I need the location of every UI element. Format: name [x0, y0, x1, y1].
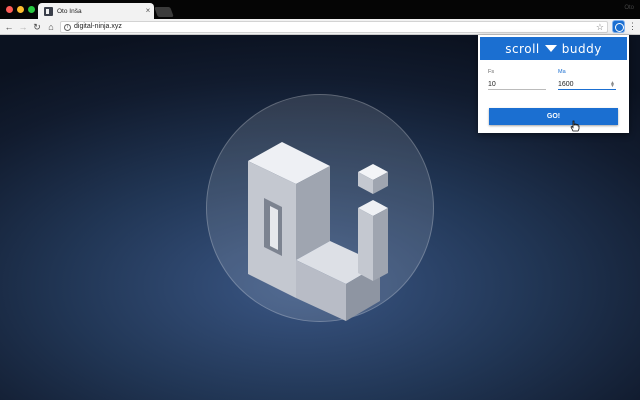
browser-tab[interactable]: Oto Inša ×	[38, 3, 154, 19]
url-text[interactable]: digital-ninja.xyz	[74, 23, 122, 30]
max-field: Ma ▲▼	[558, 69, 616, 90]
forward-icon[interactable]: →	[17, 21, 29, 33]
info-icon[interactable]: i	[64, 24, 71, 31]
fps-input[interactable]	[488, 77, 546, 90]
toolbar: ← → ↻ ⌂ i digital-ninja.xyz ☆ ⋮	[0, 19, 640, 35]
title-bar: Oto Inša × Oto	[0, 0, 640, 19]
fps-field: Fs	[488, 69, 546, 90]
hand-cursor-icon	[570, 120, 580, 132]
brand-left: scroll	[505, 41, 540, 56]
back-icon[interactable]: ←	[3, 21, 15, 33]
go-button[interactable]: GO!	[489, 108, 618, 125]
menu-icon[interactable]: ⋮	[628, 21, 637, 33]
extension-popup: scroll buddy Fs Ma ▲▼ GO!	[478, 35, 629, 133]
maximize-window-button[interactable]	[28, 6, 35, 13]
arrow-down-icon	[544, 45, 557, 52]
popup-header: scroll buddy	[480, 37, 627, 60]
new-tab-button[interactable]	[154, 7, 174, 17]
site-logo	[248, 142, 388, 321]
minimize-window-button[interactable]	[17, 6, 24, 13]
fps-label: Fs	[488, 69, 495, 75]
address-bar[interactable]: i digital-ninja.xyz ☆	[60, 21, 608, 33]
tab-title: Oto Inša	[57, 7, 82, 15]
max-input[interactable]	[558, 77, 616, 90]
max-label: Ma	[558, 69, 566, 75]
home-icon[interactable]: ⌂	[45, 21, 57, 33]
extension-icon[interactable]	[613, 21, 624, 32]
close-window-button[interactable]	[6, 6, 13, 13]
close-icon[interactable]: ×	[142, 6, 154, 16]
profile-name[interactable]: Oto	[624, 5, 634, 11]
brand-right: buddy	[561, 41, 602, 56]
star-icon[interactable]: ☆	[596, 22, 604, 32]
favicon-icon	[44, 6, 53, 16]
reload-icon[interactable]: ↻	[31, 21, 43, 33]
spinner-icon[interactable]: ▲ ▼	[610, 81, 615, 89]
